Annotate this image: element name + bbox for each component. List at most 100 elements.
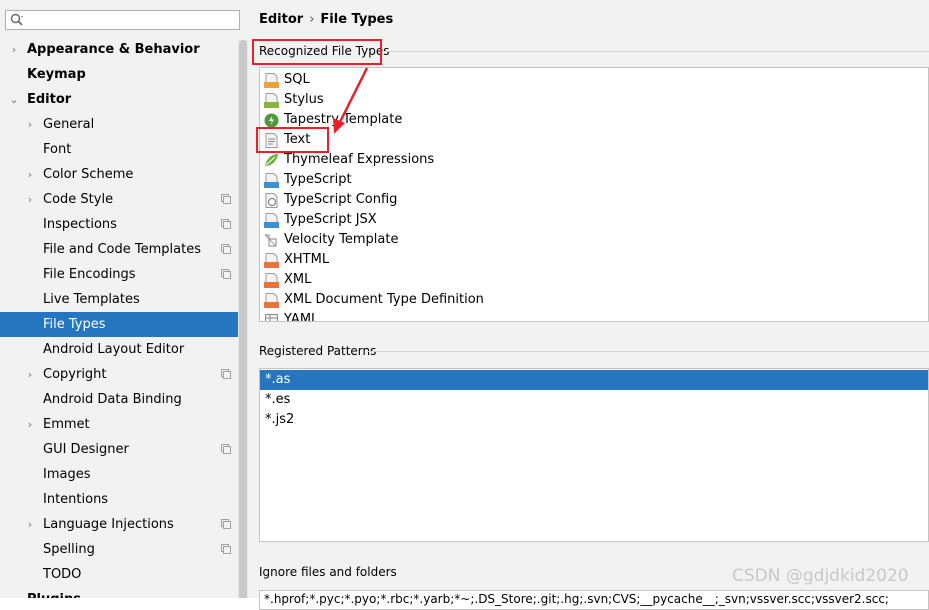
sidebar-scrollbar[interactable] bbox=[238, 40, 248, 598]
file-type-label: SQL bbox=[284, 72, 310, 87]
stylus-file-icon bbox=[264, 93, 279, 108]
file-type-item[interactable]: XML bbox=[260, 270, 928, 290]
sidebar-item-plugins[interactable]: Plugins bbox=[0, 587, 248, 598]
sidebar-item-label: Color Scheme bbox=[43, 167, 134, 182]
sidebar-item-font[interactable]: Font bbox=[0, 137, 248, 162]
sidebar-item-intentions[interactable]: Intentions bbox=[0, 487, 248, 512]
sidebar-item-label: Language Injections bbox=[43, 517, 174, 532]
project-scope-icon bbox=[221, 194, 231, 204]
file-type-label: XML bbox=[284, 272, 312, 287]
annotation-box-recognized bbox=[252, 39, 382, 65]
sidebar-item-label: Code Style bbox=[43, 192, 114, 207]
chevron-down-icon[interactable]: ⌄ bbox=[8, 87, 20, 112]
search-input[interactable] bbox=[28, 12, 237, 30]
project-scope-icon bbox=[221, 519, 231, 529]
file-type-label: TypeScript Config bbox=[284, 192, 398, 207]
sidebar-item-general[interactable]: › General bbox=[0, 112, 248, 137]
sidebar-item-inspections[interactable]: Inspections bbox=[0, 212, 248, 237]
sidebar-item-file-encodings[interactable]: File Encodings bbox=[0, 262, 248, 287]
file-type-item[interactable]: TypeScript JSX bbox=[260, 210, 928, 230]
sidebar-scroll-thumb[interactable] bbox=[239, 40, 247, 598]
breadcrumb: Editor › File Types bbox=[259, 12, 393, 27]
file-type-label: XHTML bbox=[284, 252, 330, 267]
sidebar-item-color-scheme[interactable]: › Color Scheme bbox=[0, 162, 248, 187]
file-type-item[interactable]: Text bbox=[260, 130, 928, 150]
file-type-item[interactable]: TypeScript bbox=[260, 170, 928, 190]
sidebar-item-copyright[interactable]: › Copyright bbox=[0, 362, 248, 387]
sql-file-icon bbox=[264, 73, 279, 88]
project-scope-icon bbox=[221, 444, 231, 454]
xhtml-file-icon bbox=[264, 253, 279, 268]
chevron-right-icon[interactable]: › bbox=[8, 37, 20, 62]
sidebar-item-label: File and Code Templates bbox=[43, 242, 201, 257]
sidebar-item-editor[interactable]: ⌄ Editor bbox=[0, 87, 248, 112]
sidebar-item-file-types[interactable]: File Types bbox=[0, 312, 248, 337]
breadcrumb-current: File Types bbox=[320, 12, 394, 27]
pattern-item[interactable]: *.as bbox=[260, 370, 928, 390]
file-types-panel: Editor › File Types Recognized File Types … bbox=[248, 0, 929, 610]
chevron-right-icon[interactable]: › bbox=[24, 162, 36, 187]
sidebar-item-label: File Types bbox=[43, 317, 106, 332]
xml-file-icon bbox=[264, 273, 279, 288]
file-type-label: XML Document Type Definition bbox=[284, 292, 484, 307]
thymeleaf-icon bbox=[265, 154, 278, 166]
file-type-label: TypeScript JSX bbox=[284, 212, 377, 227]
sidebar-item-code-style[interactable]: › Code Style bbox=[0, 187, 248, 212]
sidebar-item-android-layout-editor[interactable]: Android Layout Editor bbox=[0, 337, 248, 362]
sidebar-item-spelling[interactable]: Spelling bbox=[0, 537, 248, 562]
typescript-file-icon bbox=[264, 173, 279, 188]
project-scope-icon bbox=[221, 369, 231, 379]
pattern-item[interactable]: *.es bbox=[260, 390, 928, 410]
section-divider bbox=[380, 51, 929, 52]
file-type-item[interactable]: TypeScript Config bbox=[260, 190, 928, 210]
sidebar-item-label: General bbox=[43, 117, 95, 132]
file-type-label: Velocity Template bbox=[284, 232, 399, 247]
sidebar-item-label: Spelling bbox=[43, 542, 95, 557]
chevron-right-icon[interactable]: › bbox=[24, 362, 36, 387]
file-type-item[interactable]: Stylus bbox=[260, 90, 928, 110]
sidebar-item-appearance-behavior[interactable]: › Appearance & Behavior bbox=[0, 37, 248, 62]
pattern-item[interactable]: *.js2 bbox=[260, 410, 928, 430]
sidebar-item-android-data-binding[interactable]: Android Data Binding bbox=[0, 387, 248, 412]
sidebar-item-label: GUI Designer bbox=[43, 442, 129, 457]
chevron-right-icon[interactable]: › bbox=[24, 412, 36, 437]
sidebar-item-label: Appearance & Behavior bbox=[27, 42, 200, 57]
search-icon bbox=[10, 13, 23, 26]
sidebar-item-label: Live Templates bbox=[43, 292, 140, 307]
sidebar-item-todo[interactable]: TODO bbox=[0, 562, 248, 587]
sidebar-item-label: Keymap bbox=[27, 67, 86, 82]
sidebar-item-images[interactable]: Images bbox=[0, 462, 248, 487]
project-scope-icon bbox=[221, 269, 231, 279]
tsx-file-icon bbox=[264, 213, 279, 228]
file-type-label: Stylus bbox=[284, 92, 324, 107]
sidebar-item-label: Font bbox=[43, 142, 72, 157]
registered-patterns-list[interactable]: *.as *.es *.js2 bbox=[259, 368, 929, 542]
file-type-item[interactable]: XHTML bbox=[260, 250, 928, 270]
ignore-files-input[interactable]: *.hprof;*.pyc;*.pyo;*.rbc;*.yarb;*~;.DS_… bbox=[259, 590, 929, 610]
chevron-right-icon[interactable]: › bbox=[24, 512, 36, 537]
sidebar-item-gui-designer[interactable]: GUI Designer bbox=[0, 437, 248, 462]
sidebar-item-emmet[interactable]: › Emmet bbox=[0, 412, 248, 437]
file-type-label: TypeScript bbox=[284, 172, 352, 187]
sidebar-item-live-templates[interactable]: Live Templates bbox=[0, 287, 248, 312]
breadcrumb-parent[interactable]: Editor bbox=[259, 12, 303, 27]
sidebar-item-label: Emmet bbox=[43, 417, 90, 432]
breadcrumb-separator: › bbox=[309, 12, 315, 27]
file-type-item[interactable]: YAML bbox=[260, 310, 928, 321]
recognized-file-types-list[interactable]: SQL Stylus Tapestry Template Text Thymeleaf … bbox=[259, 67, 929, 322]
project-scope-icon bbox=[221, 244, 231, 254]
sidebar-item-label: Plugins bbox=[27, 587, 81, 598]
file-type-item[interactable]: Thymeleaf Expressions bbox=[260, 150, 928, 170]
registered-patterns-title: Registered Patterns bbox=[259, 344, 377, 358]
sidebar-item-file-and-code-templates[interactable]: File and Code Templates bbox=[0, 237, 248, 262]
file-type-item[interactable]: Velocity Template bbox=[260, 230, 928, 250]
chevron-right-icon[interactable]: › bbox=[24, 112, 36, 137]
file-type-item[interactable]: SQL bbox=[260, 70, 928, 90]
sidebar-item-keymap[interactable]: Keymap bbox=[0, 62, 248, 87]
file-type-item[interactable]: Tapestry Template bbox=[260, 110, 928, 130]
watermark: CSDN @gdjdkid2020 bbox=[732, 566, 909, 586]
search-field[interactable] bbox=[5, 10, 240, 30]
chevron-right-icon[interactable]: › bbox=[24, 187, 36, 212]
sidebar-item-language-injections[interactable]: › Language Injections bbox=[0, 512, 248, 537]
file-type-item[interactable]: XML Document Type Definition bbox=[260, 290, 928, 310]
